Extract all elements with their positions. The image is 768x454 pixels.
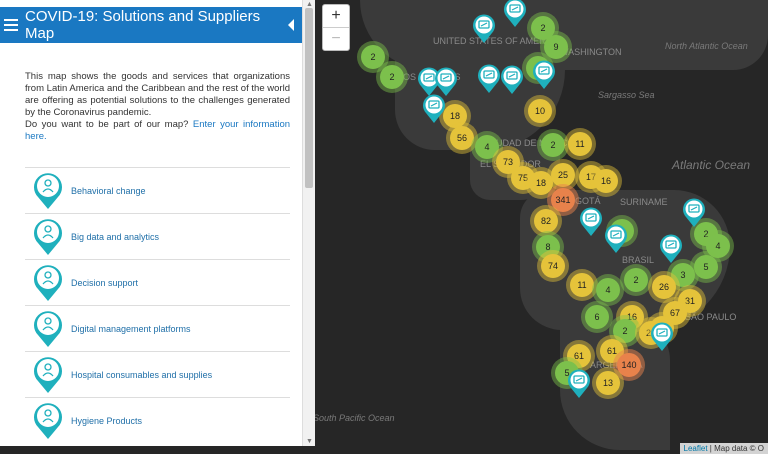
map-cluster[interactable]: 2 [361, 45, 385, 69]
map-cluster[interactable]: 82 [534, 209, 558, 233]
map-cluster[interactable]: 13 [596, 371, 620, 395]
zoom-in-button[interactable]: + [323, 5, 349, 27]
label-washington: WASHINGTON [560, 47, 622, 57]
map-marker-pin-icon[interactable] [500, 65, 524, 95]
map-marker-pin-icon[interactable] [604, 224, 628, 254]
map-marker-pin-icon[interactable] [434, 67, 458, 97]
map-marker-pin-icon[interactable] [422, 94, 446, 124]
map-cluster[interactable]: 5 [694, 255, 718, 279]
map-marker-pin-icon[interactable] [503, 0, 527, 28]
panel-title: COVID-19: Solutions and Suppliers Map [25, 8, 261, 42]
label-atlantic: Atlantic Ocean [672, 158, 751, 172]
map-cluster[interactable]: 341 [551, 188, 575, 212]
person-icon [33, 172, 63, 210]
map-cluster[interactable]: 11 [568, 132, 592, 156]
category-label: Decision support [71, 277, 139, 288]
map-cluster[interactable]: 4 [475, 135, 499, 159]
side-panel: COVID-19: Solutions and Suppliers Map Th… [0, 0, 315, 446]
map-cluster[interactable]: 26 [652, 275, 676, 299]
intro-paragraph: This map shows the goods and services th… [25, 71, 290, 118]
bottle-icon [33, 402, 63, 440]
category-item[interactable]: Behavioral change [25, 167, 290, 213]
category-item[interactable]: Decision support [25, 259, 290, 305]
label-suriname: SURINAME [620, 197, 668, 207]
map-marker-pin-icon[interactable] [532, 60, 556, 90]
panel-scrollbar[interactable]: ▲ ▼ [302, 0, 315, 446]
monitor-icon [33, 310, 63, 348]
hamburger-menu-icon[interactable] [4, 16, 18, 34]
category-label: Big data and analytics [71, 231, 160, 242]
map-cluster[interactable]: 2 [380, 65, 404, 89]
label-brasil: BRASIL [622, 255, 655, 265]
category-label: Hospital consumables and supplies [71, 369, 213, 380]
map-cluster[interactable]: 6 [585, 305, 609, 329]
map-cluster[interactable]: 2 [531, 16, 555, 40]
map-marker-pin-icon[interactable] [579, 207, 603, 237]
category-label: Hygiene Products [71, 415, 143, 426]
map-cluster[interactable]: 18 [529, 171, 553, 195]
map-cluster[interactable]: 4 [596, 278, 620, 302]
map-cluster[interactable]: 140 [617, 353, 641, 377]
map-cluster[interactable]: 74 [541, 254, 565, 278]
panel-header: COVID-19: Solutions and Suppliers Map [0, 7, 302, 43]
map-marker-pin-icon[interactable] [472, 14, 496, 44]
scroll-up-icon[interactable]: ▲ [306, 1, 313, 8]
map-cluster[interactable]: 18 [443, 104, 467, 128]
category-list: Behavioral change Big data and analytics D… [25, 167, 290, 443]
zoom-control: + − [322, 4, 350, 51]
collapse-panel-icon[interactable] [288, 19, 294, 31]
panel-body: This map shows the goods and services th… [0, 43, 302, 446]
map-cluster[interactable]: 10 [528, 99, 552, 123]
map-marker-pin-icon[interactable] [477, 64, 501, 94]
label-south-pacific: South Pacific Ocean [313, 413, 395, 423]
map-cluster[interactable]: 4 [706, 234, 730, 258]
map-marker-pin-icon[interactable] [659, 234, 683, 264]
intro-text: This map shows the goods and services th… [25, 71, 290, 143]
chart-icon [33, 218, 63, 256]
label-north-atlantic: North Atlantic Ocean [665, 41, 748, 51]
category-item[interactable]: Digital management platforms [25, 305, 290, 351]
map-marker-pin-icon[interactable] [567, 369, 591, 399]
map-cluster[interactable]: 2 [624, 268, 648, 292]
label-sargasso: Sargasso Sea [598, 90, 655, 100]
map-cluster[interactable]: 11 [570, 273, 594, 297]
label-sao-paulo: SÃO PAULO [685, 312, 737, 322]
map-marker-pin-icon[interactable] [650, 322, 674, 352]
intro-question: Do you want to be part of our map? [25, 119, 189, 130]
map-cluster[interactable]: 56 [450, 126, 474, 150]
map-attribution: Leaflet | Map data © O [679, 443, 768, 454]
supplies-icon [33, 356, 63, 394]
category-label: Digital management platforms [71, 323, 191, 334]
scroll-down-icon[interactable]: ▼ [306, 438, 313, 445]
category-item[interactable]: Hospital consumables and supplies [25, 351, 290, 397]
people-icon [33, 264, 63, 302]
map-cluster[interactable]: 25 [551, 163, 575, 187]
attribution-text: | Map data © O [709, 444, 764, 453]
leaflet-link[interactable]: Leaflet [684, 444, 708, 453]
scrollbar-thumb[interactable] [305, 8, 313, 188]
category-item[interactable]: Big data and analytics [25, 213, 290, 259]
category-label: Behavioral change [71, 185, 146, 196]
map-cluster[interactable]: 2 [541, 133, 565, 157]
map-cluster[interactable]: 16 [594, 169, 618, 193]
map-marker-pin-icon[interactable] [682, 198, 706, 228]
zoom-out-button[interactable]: − [323, 27, 349, 50]
category-item[interactable]: Hygiene Products [25, 397, 290, 443]
